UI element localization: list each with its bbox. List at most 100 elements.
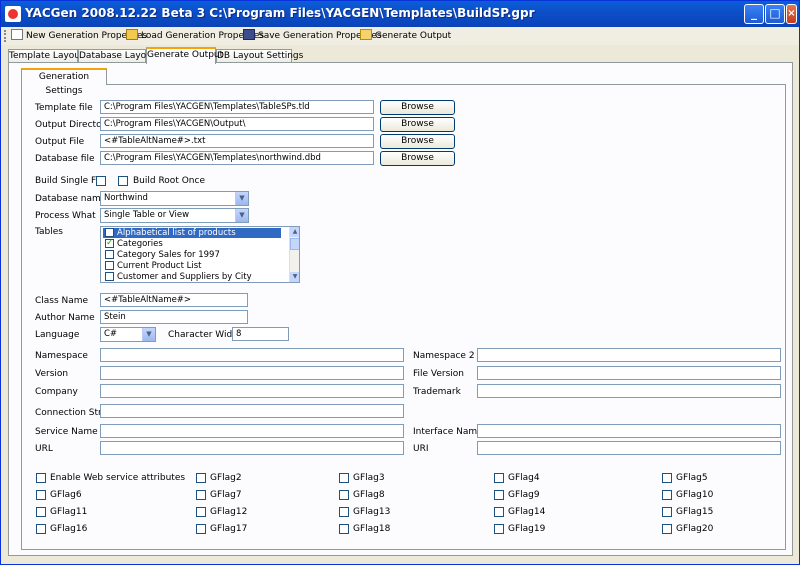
title-bar[interactable]: YACGen 2008.12.22 Beta 3 C:\Program File… — [1, 1, 799, 27]
flag-label: GFlag10 — [676, 490, 714, 500]
tables-list[interactable]: Alphabetical list of products ✓ Categorie… — [100, 226, 300, 283]
flag-checkbox[interactable] — [36, 524, 46, 534]
class-name-field[interactable]: <#TableAltName#> — [100, 293, 248, 307]
language-select[interactable]: C# ▼ — [100, 327, 156, 342]
chevron-down-icon[interactable]: ▼ — [235, 192, 248, 205]
author-name-field[interactable]: Stein — [100, 310, 248, 324]
tab-generation-settings[interactable]: Generation Settings — [21, 68, 107, 96]
generation-settings-panel: Template file C:\Program Files\YACGEN\Te… — [21, 84, 786, 550]
company-label: Company — [35, 387, 78, 397]
flag-checkbox[interactable] — [196, 524, 206, 534]
maximize-button[interactable]: □ — [765, 4, 785, 24]
tab-generate-output[interactable]: Generate Output — [146, 47, 223, 64]
list-item[interactable]: Customer and Suppliers by City — [103, 272, 281, 282]
connection-string-field[interactable] — [100, 404, 404, 418]
build-root-once-checkbox[interactable] — [118, 176, 128, 186]
language-label: Language — [35, 330, 80, 340]
flag-checkbox[interactable] — [339, 490, 349, 500]
generate-output-button[interactable]: Generate Output — [360, 28, 451, 44]
database-name-label: Database name — [35, 194, 107, 204]
flag-checkbox[interactable] — [339, 507, 349, 517]
new-document-icon — [11, 29, 23, 40]
build-root-once-label: Build Root Once — [133, 176, 205, 186]
table-checkbox[interactable] — [105, 272, 114, 281]
trademark-field[interactable] — [477, 384, 781, 398]
process-what-select[interactable]: Single Table or View ▼ — [100, 208, 249, 223]
file-version-field[interactable] — [477, 366, 781, 380]
database-name-select[interactable]: Northwind ▼ — [100, 191, 249, 206]
company-field[interactable] — [100, 384, 404, 398]
flag-label: GFlag18 — [353, 524, 391, 534]
flag-label: GFlag3 — [353, 473, 385, 483]
flag-checkbox[interactable] — [662, 473, 672, 483]
flag-checkbox[interactable] — [339, 473, 349, 483]
window-title: YACGen 2008.12.22 Beta 3 C:\Program File… — [25, 6, 535, 20]
flag-checkbox[interactable] — [36, 473, 46, 483]
url-field[interactable] — [100, 441, 404, 455]
flag-checkbox[interactable] — [196, 507, 206, 517]
browse-template-button[interactable]: Browse — [380, 100, 455, 115]
character-width-field[interactable]: 8 — [232, 327, 289, 341]
flag-label: GFlag17 — [210, 524, 248, 534]
flag-checkbox[interactable] — [339, 524, 349, 534]
flag-checkbox[interactable] — [494, 507, 504, 517]
database-file-field[interactable]: C:\Program Files\YACGEN\Templates\northw… — [100, 151, 374, 165]
template-file-field[interactable]: C:\Program Files\YACGEN\Templates\TableS… — [100, 100, 374, 114]
flag-label: GFlag2 — [210, 473, 242, 483]
tables-scrollbar[interactable]: ▲ ▼ — [289, 227, 299, 282]
interface-name-field[interactable] — [477, 424, 781, 438]
scroll-up-icon[interactable]: ▲ — [290, 227, 299, 237]
flag-checkbox[interactable] — [36, 507, 46, 517]
table-checkbox[interactable] — [105, 228, 114, 237]
output-directory-field[interactable]: C:\Program Files\YACGEN\Output\ — [100, 117, 374, 131]
scroll-down-icon[interactable]: ▼ — [290, 272, 299, 282]
flag-checkbox[interactable] — [494, 473, 504, 483]
browse-database-file-button[interactable]: Browse — [380, 151, 455, 166]
flag-label: Enable Web service attributes — [50, 473, 186, 483]
list-item[interactable]: ✓ Categories — [103, 239, 281, 249]
flag-checkbox[interactable] — [662, 490, 672, 500]
flag-label: GFlag19 — [508, 524, 546, 534]
close-button[interactable]: × — [786, 4, 797, 24]
list-item[interactable]: Current Product List — [103, 261, 281, 271]
browse-output-directory-button[interactable]: Browse — [380, 117, 455, 132]
uri-field[interactable] — [477, 441, 781, 455]
table-checkbox[interactable] — [105, 250, 114, 259]
scroll-thumb[interactable] — [290, 238, 299, 250]
chevron-down-icon[interactable]: ▼ — [142, 328, 155, 341]
table-checkbox[interactable] — [105, 261, 114, 270]
table-checkbox[interactable]: ✓ — [105, 239, 114, 248]
browse-output-file-button[interactable]: Browse — [380, 134, 455, 149]
chevron-down-icon[interactable]: ▼ — [235, 209, 248, 222]
flag-checkbox[interactable] — [494, 524, 504, 534]
service-name-field[interactable] — [100, 424, 404, 438]
namespace2-field[interactable] — [477, 348, 781, 362]
namespace-field[interactable] — [100, 348, 404, 362]
tab-db-layout-settings[interactable]: DB Layout Settings — [216, 49, 303, 63]
flag-label: GFlag8 — [353, 490, 385, 500]
tab-database-layout[interactable]: Database Layout — [78, 49, 155, 63]
build-single-file-checkbox[interactable] — [96, 176, 106, 186]
version-field[interactable] — [100, 366, 404, 380]
output-file-field[interactable]: <#TableAltName#>.txt — [100, 134, 374, 148]
output-file-label: Output File — [35, 137, 85, 147]
flag-label: GFlag14 — [508, 507, 546, 517]
flag-checkbox[interactable] — [494, 490, 504, 500]
flag-checkbox[interactable] — [196, 473, 206, 483]
uri-label: URI — [413, 444, 429, 454]
interface-name-label: Interface Name — [413, 427, 483, 437]
flag-checkbox[interactable] — [662, 507, 672, 517]
flag-checkbox[interactable] — [196, 490, 206, 500]
tables-label: Tables — [35, 227, 63, 237]
list-item[interactable]: Category Sales for 1997 — [103, 250, 281, 260]
version-label: Version — [35, 369, 69, 379]
author-name-label: Author Name — [35, 313, 95, 323]
save-disk-icon — [243, 29, 255, 40]
flag-label: GFlag16 — [50, 524, 88, 534]
tab-template-layout[interactable]: Template Layout — [8, 49, 84, 63]
minimize-button[interactable]: _ — [744, 4, 764, 24]
toolbar-grip[interactable] — [4, 30, 6, 42]
list-item[interactable]: Alphabetical list of products — [103, 228, 281, 238]
flag-checkbox[interactable] — [36, 490, 46, 500]
flag-checkbox[interactable] — [662, 524, 672, 534]
